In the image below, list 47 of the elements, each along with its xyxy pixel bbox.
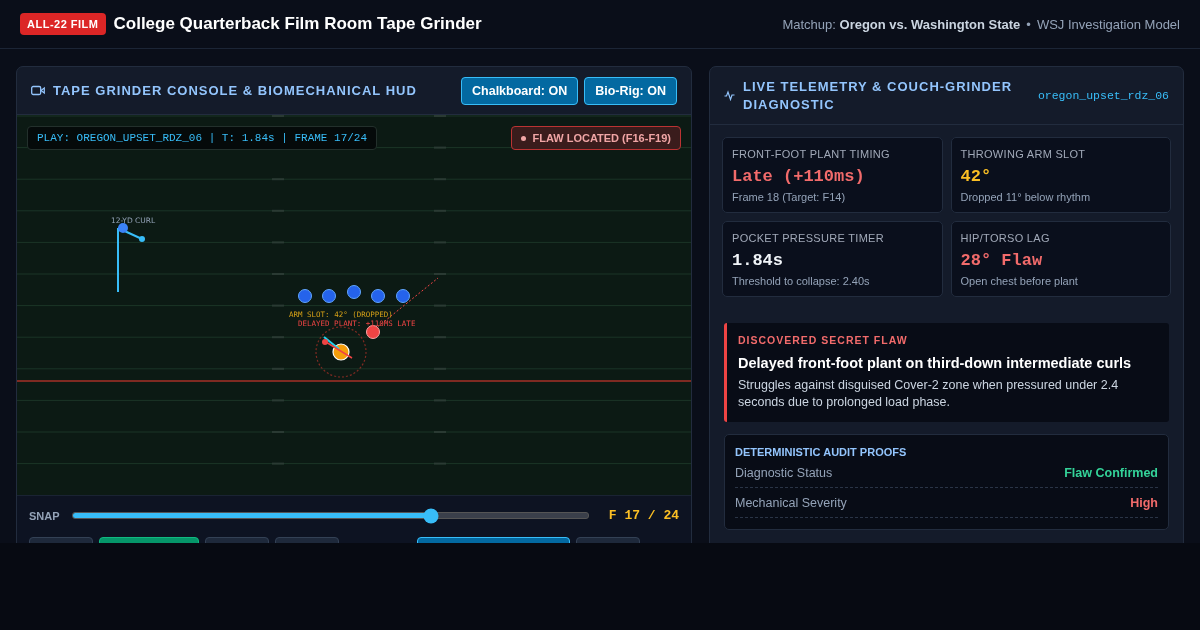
frame-counter: F 17 / 24 bbox=[608, 508, 679, 523]
metric-note: Open chest before plant bbox=[960, 275, 1079, 287]
metric-note: Dropped 11° below rhythm bbox=[960, 191, 1092, 203]
metric-label: THROWING ARM SLOT bbox=[960, 148, 1087, 160]
model-name: WSJ Investigation Model bbox=[1036, 16, 1180, 32]
toggle-button[interactable]: Chalkboard: ON bbox=[461, 76, 579, 105]
panel-title: TAPE GRINDER CONSOLE & BIOMECHANICAL HUD bbox=[53, 83, 417, 98]
flaw-badge-text: FLAW LOCATED (F16-F19) bbox=[532, 132, 671, 144]
callout-headline: Delayed front-foot plant on third-down intermediate curls bbox=[738, 355, 1133, 371]
metric-value: 28° Flaw bbox=[960, 251, 1044, 270]
audit-title: DETERMINISTIC AUDIT PROOFS bbox=[735, 446, 908, 458]
session-id: oregon_upset_rdz_06 bbox=[1037, 89, 1169, 102]
lineman-marker bbox=[322, 289, 336, 303]
toggle-button[interactable]: Bio-Rig: ON bbox=[584, 76, 677, 105]
lineman-marker bbox=[347, 285, 361, 299]
quarterback-rig bbox=[322, 336, 353, 361]
metric-value: Late (+110ms) bbox=[732, 167, 866, 186]
play-info: PLAY: OREGON_UPSET_RDZ_06 | T: 1.84s | FRAME 17/24 bbox=[27, 126, 378, 150]
audit-value: High bbox=[1130, 496, 1158, 510]
metric-label: POCKET PRESSURE TIMER bbox=[732, 232, 885, 244]
callout-eyebrow: DISCOVERED SECRET FLAW bbox=[738, 334, 909, 346]
lineman-marker bbox=[298, 289, 312, 303]
audit-value: Flaw Confirmed bbox=[1064, 466, 1158, 480]
app-title: College Quarterback Film Room Tape Grinder bbox=[113, 14, 482, 34]
snap-label: SNAP bbox=[29, 509, 60, 522]
matchup-label: Matchup: Oregon vs. Washington State bbox=[782, 16, 1021, 32]
metric-label: HIP/TORSO LAG bbox=[960, 232, 1051, 244]
metric-note: Threshold to collapse: 2.40s bbox=[732, 275, 871, 287]
metric-note: Frame 18 (Target: F14) bbox=[732, 191, 847, 203]
metric-value: 1.84s bbox=[732, 251, 784, 270]
metric-label: FRONT-FOOT PLANT TIMING bbox=[732, 148, 891, 160]
video-camera-icon bbox=[31, 85, 45, 96]
receiver-route bbox=[117, 223, 145, 293]
panel-title: LIVE TELEMETRY & COUCH-GRINDER DIAGNOSTIC bbox=[743, 77, 1014, 114]
status-dot-icon bbox=[521, 135, 527, 141]
audit-label: Mechanical Severity bbox=[735, 496, 847, 510]
pulse-icon bbox=[724, 90, 735, 101]
lineman-marker bbox=[371, 289, 385, 303]
pressure-radius bbox=[315, 326, 367, 378]
film-badge: ALL-22 FILM bbox=[20, 13, 106, 35]
defender-marker bbox=[366, 325, 380, 339]
lineman-marker bbox=[396, 289, 410, 303]
callout-body: Struggles against disguised Cover-2 zone when pressured under 2.4 seconds due to prolonged load phase. bbox=[738, 377, 1120, 411]
audit-label: Diagnostic Status bbox=[735, 466, 833, 480]
metric-value: 42° bbox=[960, 167, 993, 186]
separator-dot: • bbox=[1026, 16, 1031, 32]
slider-thumb[interactable] bbox=[423, 508, 439, 523]
